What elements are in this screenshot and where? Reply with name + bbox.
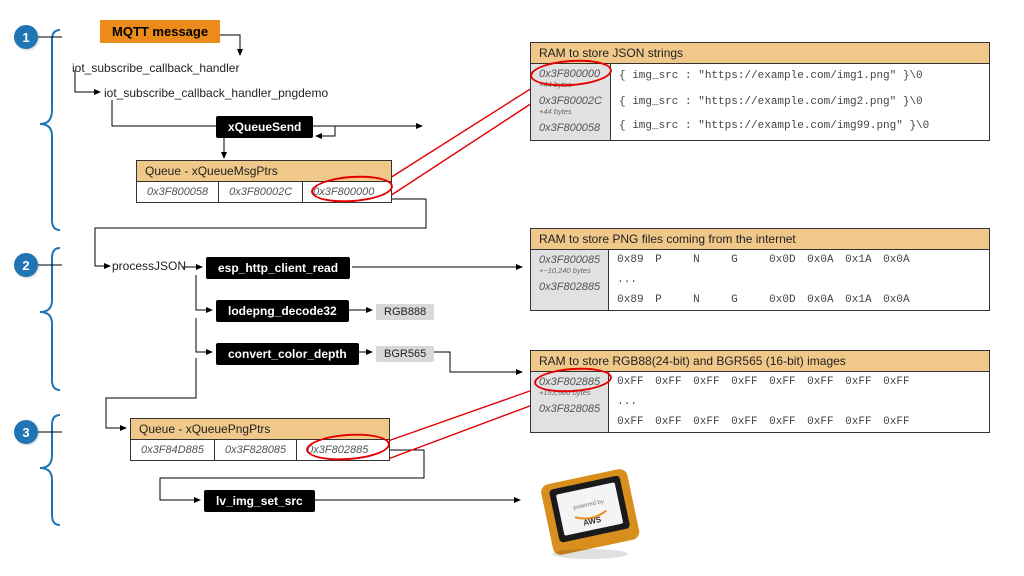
func-processjson: processJSON [112, 259, 186, 273]
ram-json-val-0: { img_src : "https://example.com/img1.pn… [611, 64, 937, 86]
queue-msg-cell-0: 0x3F800058 [137, 182, 219, 202]
func-cb-handler-png: iot_subscribe_callback_handler_pngdemo [104, 86, 328, 100]
ram-rgb: RAM to store RGB88(24-bit) and BGR565 (1… [530, 350, 990, 433]
func-http-read: esp_http_client_read [206, 257, 350, 279]
queue-png-cell-0: 0x3F84D885 [131, 440, 215, 460]
step-badge-2: 2 [14, 253, 38, 277]
ram-json-addr-2: 0x3F800058 [531, 118, 610, 140]
func-lv-img-set: lv_img_set_src [204, 490, 315, 512]
ram-json-addr-1: 0x3F80002C [531, 91, 610, 107]
step-badge-1: 1 [14, 25, 38, 49]
ram-json-sz-1: +44 bytes [531, 107, 610, 118]
ram-rgb-addr-2: 0x3F828085 [531, 399, 608, 421]
ram-png-sz-0: +~10,240 bytes [531, 266, 608, 277]
queue-msg-cell-1: 0x3F80002C [219, 182, 303, 202]
step-badge-3: 3 [14, 420, 38, 444]
func-xqueuesend: xQueueSend [216, 116, 313, 138]
func-cb-handler: iot_subscribe_callback_handler [72, 61, 239, 75]
tag-bgr565: BGR565 [376, 346, 434, 362]
ram-png-title: RAM to store PNG files coming from the i… [531, 229, 989, 250]
ram-json: RAM to store JSON strings 0x3F800000 +44… [530, 42, 990, 141]
aws-device-image: powered by AWS [530, 462, 650, 560]
tag-rgb888: RGB888 [376, 304, 434, 320]
ram-png-addr-2: 0x3F802885 [531, 277, 608, 299]
func-lodepng: lodepng_decode32 [216, 300, 349, 322]
ram-json-val-1: { img_src : "https://example.com/img2.pn… [611, 86, 937, 112]
queue-png-cell-1: 0x3F828085 [215, 440, 297, 460]
ram-png: RAM to store PNG files coming from the i… [530, 228, 990, 311]
func-convert-depth: convert_color_depth [216, 343, 359, 365]
ram-png-addr-0: 0x3F800085 [531, 250, 608, 266]
mqtt-message-box: MQTT message [100, 20, 220, 43]
ram-json-val-2: { img_src : "https://example.com/img99.p… [611, 112, 937, 136]
